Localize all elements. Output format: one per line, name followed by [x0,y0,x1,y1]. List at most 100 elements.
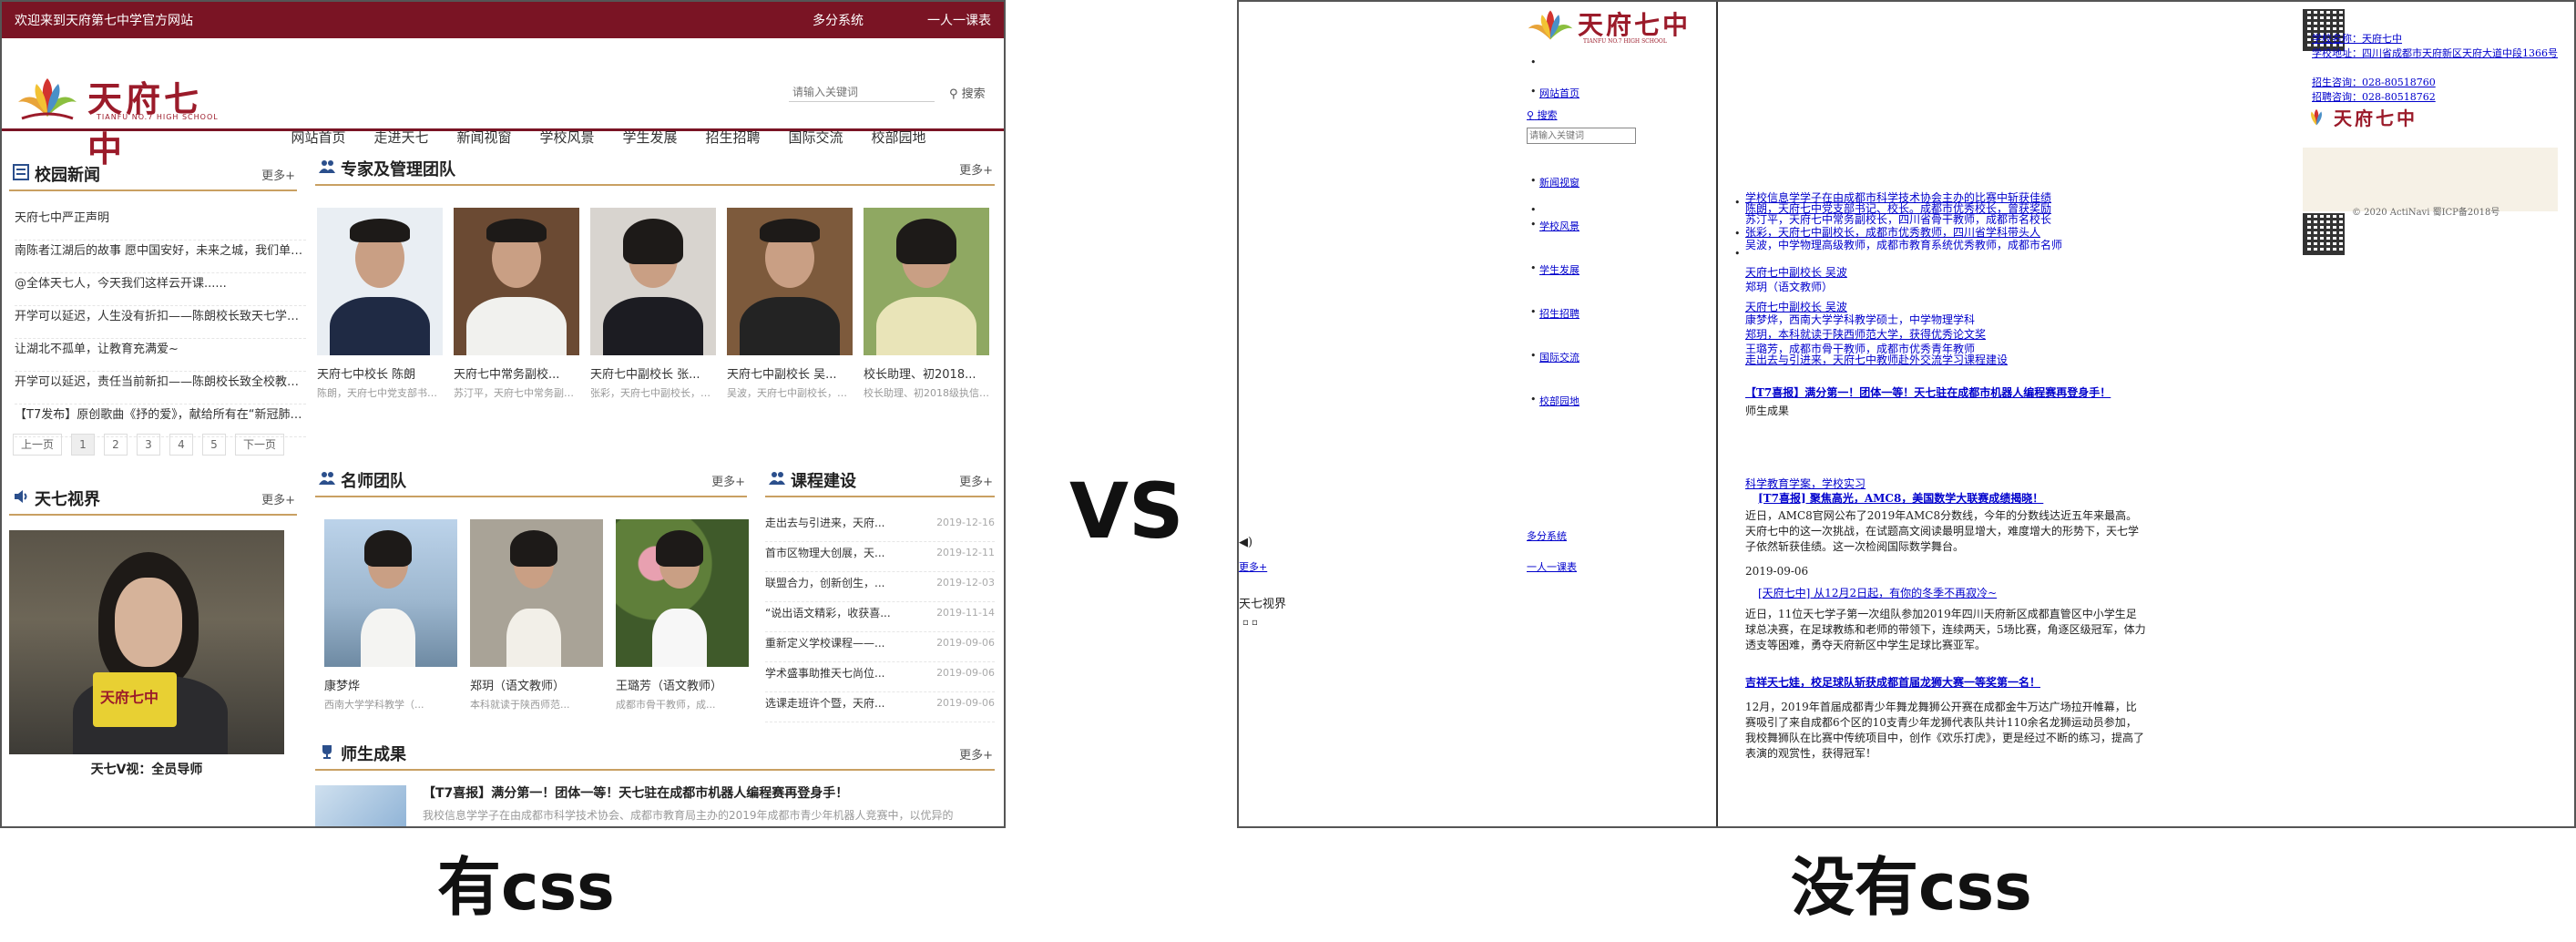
expert-card[interactable]: 天府七中常务副校... 苏汀平，天府七中常务副校长，成都市... [454,208,579,402]
plain-nav-news[interactable]: 新闻视窗 [1539,175,1579,189]
pager-next-button[interactable]: 下一页 [235,434,284,456]
expert-card[interactable]: 天府七中副校长 张... 张彩，天府七中副校长，原绵阳某知名... [590,208,716,402]
bullet: • [1734,197,1741,209]
plain-course-schedule-link[interactable]: 一人一课表 [1527,559,1577,574]
teacher-card[interactable]: 康梦烨 西南大学学科教学（... [324,519,457,713]
list-item[interactable]: 南陈者江湖后的故事 愿中国安好，未来之城，我们单年... [15,241,306,273]
news-pager: 上一页 1 2 3 4 5 下一页 [13,434,293,456]
list-item[interactable]: 重新定义学校课程——... 2019-09-06 [765,632,995,662]
teachers-more-link[interactable]: 更多+ [711,472,745,489]
list-item[interactable]: 选课走班许个暨，天府... 2019-09-06 [765,692,995,722]
list-item[interactable]: 走出去与引进来，天府... 2019-12-16 [765,512,995,542]
duofen-system-link[interactable]: 多分系统 [813,11,864,29]
list-item[interactable]: 首市区物理大创展，天... 2019-12-11 [765,542,995,572]
plain-duofen-link[interactable]: 多分系统 [1527,528,1567,543]
contact-line[interactable]: 招聘咨询：028-80518762 [2312,89,2436,104]
video-more-link[interactable]: 更多+ [261,490,295,507]
list-item[interactable]: 联盟合力，创新创生，... 2019-12-03 [765,572,995,602]
bullet: • [1530,86,1537,97]
plain-nav-scenery[interactable]: 学校风景 [1539,219,1579,233]
speaker-icon [15,490,27,503]
logo-chinese-name: 天府七中 [87,78,203,169]
nav-item-campus[interactable]: 校部园地 [861,128,936,147]
plain-news-link[interactable]: [天府七中] 从12月2日起，有你的冬季不再寂冷~ [1758,585,1997,600]
pager-page-4[interactable]: 4 [169,434,193,456]
courses-more-link[interactable]: 更多+ [959,472,993,489]
overlap-line: 康梦烨，西南大学学科教学硕士，中学物理学科 [1745,313,1976,326]
expert-card[interactable]: 天府七中副校长 吴... 吴波，天府七中副校长，中学物理高级... [727,208,853,402]
nav-item-recruit[interactable]: 招生招聘 [695,128,771,147]
contact-line[interactable]: 学校名称：天府七中 [2312,31,2402,46]
plain-news-link[interactable]: [T7喜报] 聚焦高光，AMC8，美国数学大联赛成绩揭晓！ [1758,490,2043,506]
campus-news-header: 校园新闻 更多+ [9,159,297,191]
list-item[interactable]: 学术盛事助推天七尚位... 2019-09-06 [765,662,995,692]
video-section-title: 天七视界 [35,490,100,509]
nav-item-students[interactable]: 学生发展 [612,128,688,147]
video-thumbnail[interactable]: 天府七中 [9,530,284,754]
plain-news-link[interactable]: 吉祥天七娃，校足球队斩获成都首届龙狮大赛一等奖第一名！ [1745,674,2040,690]
list-item[interactable]: 开学可以延迟，人生没有折扣——陈朗校长致天七学子... [15,306,306,339]
achievement-headline[interactable]: 【T7喜报】满分第一！团体一等！天七驻在成都市机器人编程赛再登身手！ [423,783,848,802]
course-title: 选课走班许个暨，天府... [765,697,885,710]
bullet: • [1530,262,1537,274]
experts-more-link[interactable]: 更多+ [959,160,993,178]
experts-title: 专家及管理团队 [341,160,455,179]
teacher-name: 郑玥（语文教师） [470,680,566,693]
list-item[interactable]: 开学可以延迟，责任当前新扣——陈朗校长致全校教职... [15,372,306,404]
list-item[interactable]: 【T7发布】原创歌曲《抒的爱》，献给所有在“新冠肺炎... [15,404,306,437]
pager-page-5[interactable]: 5 [202,434,226,456]
list-item[interactable]: @全体天七人，今天我们这样云开课...... [15,273,306,306]
plain-nav-home[interactable]: 网站首页 [1539,86,1579,100]
nav-item-home[interactable]: 网站首页 [281,128,356,147]
flower-emblem-icon [18,78,77,120]
nav-item-news[interactable]: 新闻视窗 [446,128,522,147]
search-button[interactable]: ⚲ 搜索 [949,84,986,101]
courses-list: 走出去与引进来，天府... 2019-12-16 首市区物理大创展，天... 201… [765,512,995,722]
bullet: • [1530,219,1537,230]
bullet: • [1734,248,1741,260]
course-date: 2019-09-06 [936,637,995,649]
plain-nav-students[interactable]: 学生发展 [1539,262,1579,277]
course-schedule-link[interactable]: 一人一课表 [927,11,991,29]
plain-nav-international[interactable]: 国际交流 [1539,350,1579,364]
plain-heading-link[interactable]: 科学教育学案，学校实习 [1745,476,1866,491]
campus-news-more-link[interactable]: 更多+ [261,166,295,183]
plain-search-input[interactable] [1527,128,1636,144]
plain-heading-link[interactable]: 郑玥（语文教师） [1745,279,1833,294]
plain-nav-recruit[interactable]: 招生招聘 [1539,306,1579,321]
overlap-line[interactable]: 走出去与引进来，天府七中教师赴外交流学习课程建设 [1745,352,2008,367]
list-item[interactable]: 天府七中严正声明 [15,208,306,241]
plain-school-logo[interactable]: 天府七中 TIANFU NO.7 HIGH SCHOOL [1527,5,1700,46]
pager-page-1[interactable]: 1 [71,434,95,456]
video-caption[interactable]: 天七V视：全员导师 [9,760,284,778]
achievement-thumbnail[interactable] [315,785,406,826]
overlap-line[interactable]: 郑玥，本科就读于陕西师范大学，获得优秀论文奖 [1745,326,1986,342]
nav-item-scenery[interactable]: 学校风景 [529,128,605,147]
school-logo[interactable]: 天府七中 TIANFU NO.7 HIGH SCHOOL [16,71,226,169]
pager-page-3[interactable]: 3 [137,434,160,456]
plain-footer-logo: 天府七中 [2303,104,2439,135]
contact-line[interactable]: 学校地址：四川省成都市天府新区天府大道中段1366号 [2312,46,2558,60]
teacher-card[interactable]: 王璐芳（语文教师） 成都市骨干教师，成... [616,519,749,713]
expert-card[interactable]: 校长助理、初2018... 校长助理、初2018级执信学部... [864,208,989,402]
list-item[interactable]: 让湖北不孤单，让教育充满爱~ [15,339,306,372]
search-input[interactable] [789,82,935,102]
nav-item-about[interactable]: 走进天七 [363,128,439,147]
nav-item-international[interactable]: 国际交流 [778,128,854,147]
course-title: 走出去与引进来，天府... [765,517,885,529]
contact-line[interactable]: 招生咨询：028-80518760 [2312,75,2436,89]
plain-achievement-link[interactable]: 【T7喜报】满分第一！团体一等！天七驻在成都市机器人编程赛再登身手！ [1745,384,2111,400]
plain-search-link[interactable]: ⚲ 搜索 [1527,108,1558,122]
person-face-shape [115,578,182,667]
plain-heading-link[interactable]: 天府七中副校长 吴波 [1745,264,1847,280]
plain-video-more-link[interactable]: 更多+ [1239,559,1267,574]
list-item[interactable]: “说出语文精彩，收获喜... 2019-11-14 [765,602,995,632]
expert-name: 天府七中校长 陈朗 [317,368,416,382]
plain-nav-campus[interactable]: 校部园地 [1539,394,1579,408]
teacher-card[interactable]: 郑玥（语文教师） 本科就读于陕西师范... [470,519,603,713]
expert-card[interactable]: 天府七中校长 陈朗 陈朗，天府七中党支部书记、校长。成... [317,208,443,402]
pager-prev-button[interactable]: 上一页 [13,434,62,456]
pager-page-2[interactable]: 2 [104,434,128,456]
achievements-more-link[interactable]: 更多+ [959,745,993,763]
search-icon: ⚲ [1527,109,1535,121]
